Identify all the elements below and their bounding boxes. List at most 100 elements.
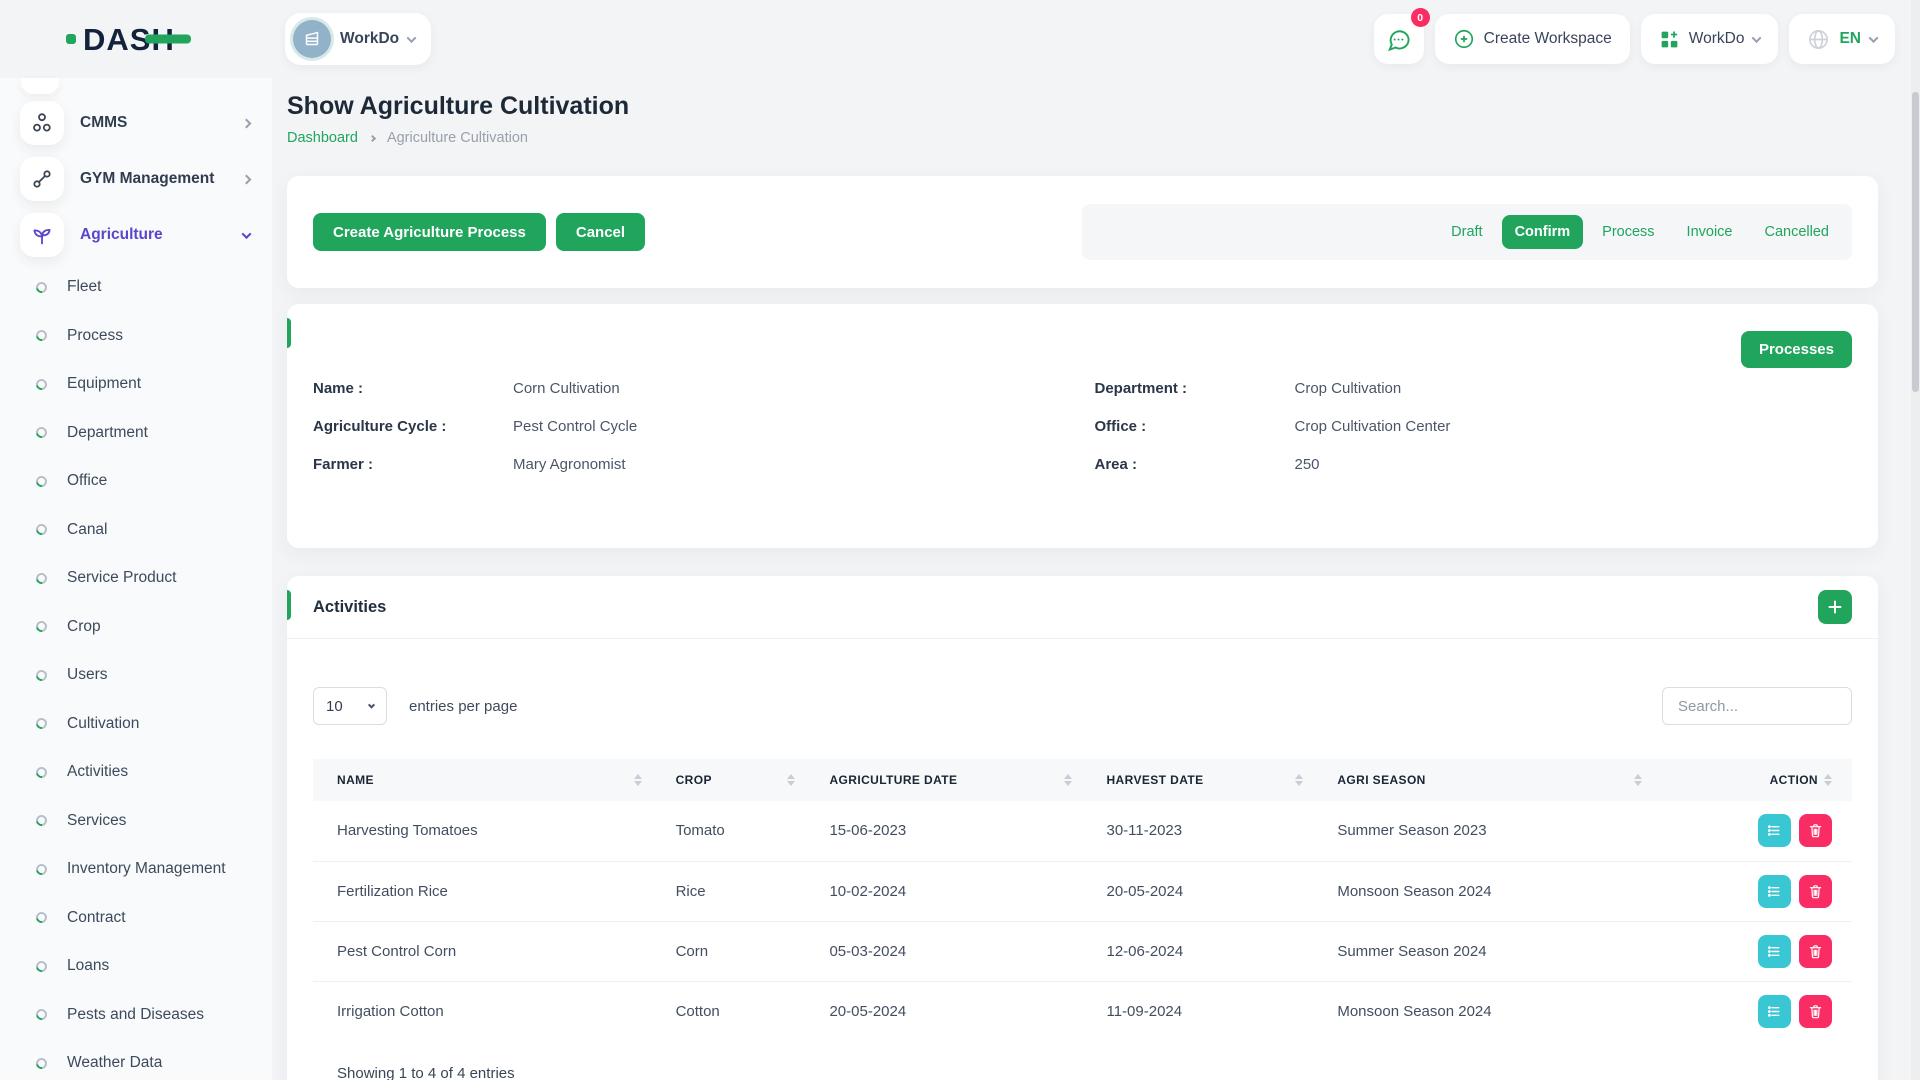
sidebar-item-fleet[interactable]: Fleet xyxy=(0,263,272,312)
logo-dash-icon xyxy=(145,35,191,44)
status-tab-cancelled[interactable]: Cancelled xyxy=(1752,215,1843,249)
sidebar-item-services[interactable]: Services xyxy=(0,797,272,846)
entries-per-page-select[interactable]: 10 xyxy=(313,687,387,725)
chevron-right-icon xyxy=(242,118,252,128)
create-workspace-label: Create Workspace xyxy=(1484,30,1612,48)
sidebar-item-process[interactable]: Process xyxy=(0,312,272,361)
sidebar-submenu: Fleet Process Equipment Department Offic… xyxy=(0,263,272,1080)
messages-button[interactable]: 0 xyxy=(1374,14,1424,64)
bullet-icon xyxy=(34,1007,49,1022)
chevron-down-icon xyxy=(1752,33,1762,43)
sidebar-item-label: Service Product xyxy=(67,569,176,587)
language-code: EN xyxy=(1839,30,1861,48)
delete-button[interactable] xyxy=(1799,875,1832,908)
create-workspace-button[interactable]: Create Workspace xyxy=(1435,14,1630,64)
add-activity-button[interactable] xyxy=(1818,590,1852,624)
detail-label: Name : xyxy=(313,378,513,400)
cell-agri-season: Summer Season 2024 xyxy=(1313,921,1652,981)
table-entries-summary: Showing 1 to 4 of 4 entries xyxy=(287,1041,1878,1080)
sidebar-group-agriculture[interactable]: Agriculture xyxy=(0,207,272,263)
processes-button[interactable]: Processes xyxy=(1741,331,1852,368)
bullet-icon xyxy=(34,474,49,489)
column-header-action[interactable]: ACTION xyxy=(1652,759,1852,801)
sidebar-item-label: Loans xyxy=(67,957,109,975)
view-details-button[interactable] xyxy=(1758,995,1791,1028)
language-selector[interactable]: EN xyxy=(1789,14,1895,64)
sidebar-item-contract[interactable]: Contract xyxy=(0,894,272,943)
cell-crop: Rice xyxy=(652,861,806,921)
sidebar-item-pests-and-diseases[interactable]: Pests and Diseases xyxy=(0,991,272,1040)
status-tab-draft[interactable]: Draft xyxy=(1438,215,1495,249)
sidebar-item-label: Contract xyxy=(67,909,126,927)
column-header-crop[interactable]: CROP xyxy=(652,759,806,801)
nodes-icon xyxy=(20,101,64,145)
seedling-icon xyxy=(20,213,64,257)
sidebar-item-crop[interactable]: Crop xyxy=(0,603,272,652)
scrollbar-thumb[interactable] xyxy=(1912,92,1919,392)
status-tab-process[interactable]: Process xyxy=(1589,215,1667,249)
cell-agriculture-date: 20-05-2024 xyxy=(805,981,1082,1041)
workdo-menu-label: WorkDo xyxy=(1689,30,1745,48)
sidebar-group-label: CMMS xyxy=(80,114,127,132)
bullet-icon xyxy=(34,716,49,731)
breadcrumb: Dashboard Agriculture Cultivation xyxy=(287,130,1878,146)
bullet-icon xyxy=(34,1056,49,1071)
cancel-button[interactable]: Cancel xyxy=(556,213,645,251)
sort-icon xyxy=(787,774,795,786)
cell-agriculture-date: 10-02-2024 xyxy=(805,861,1082,921)
status-tab-confirm[interactable]: Confirm xyxy=(1502,215,1584,249)
search-input[interactable] xyxy=(1662,687,1852,725)
chevron-down-icon xyxy=(1869,33,1879,43)
view-details-button[interactable] xyxy=(1758,935,1791,968)
sidebar-item-hidden-icon xyxy=(21,78,59,94)
trash-icon xyxy=(1807,822,1824,839)
detail-col-left: Name : Corn Cultivation Agriculture Cycl… xyxy=(313,378,1071,492)
chevron-down-icon xyxy=(242,229,252,239)
view-details-button[interactable] xyxy=(1758,875,1791,908)
cell-name: Pest Control Corn xyxy=(313,921,652,981)
bullet-icon xyxy=(34,959,49,974)
sidebar-item-loans[interactable]: Loans xyxy=(0,942,272,991)
delete-button[interactable] xyxy=(1799,814,1832,847)
column-label: HARVEST DATE xyxy=(1106,773,1203,787)
delete-button[interactable] xyxy=(1799,995,1832,1028)
sidebar-item-users[interactable]: Users xyxy=(0,651,272,700)
status-tab-invoice[interactable]: Invoice xyxy=(1674,215,1746,249)
sidebar-group-cmms[interactable]: CMMS xyxy=(0,95,272,151)
create-agriculture-process-button[interactable]: Create Agriculture Process xyxy=(313,213,546,251)
sidebar-item-office[interactable]: Office xyxy=(0,457,272,506)
column-label: NAME xyxy=(337,773,374,787)
column-header-agri-season[interactable]: AGRI SEASON xyxy=(1313,759,1652,801)
logo[interactable]: DASH xyxy=(66,24,285,55)
sidebar-item-activities[interactable]: Activities xyxy=(0,748,272,797)
detail-label: Agriculture Cycle : xyxy=(313,416,513,438)
sidebar-item-equipment[interactable]: Equipment xyxy=(0,360,272,409)
breadcrumb-current: Agriculture Cultivation xyxy=(387,130,528,146)
cell-agri-season: Summer Season 2023 xyxy=(1313,801,1652,861)
sidebar-item-label: Pests and Diseases xyxy=(67,1006,204,1024)
sidebar-item-cultivation[interactable]: Cultivation xyxy=(0,700,272,749)
sort-icon xyxy=(1634,774,1642,786)
workdo-menu-button[interactable]: WorkDo xyxy=(1641,14,1779,64)
sidebar-item-inventory-management[interactable]: Inventory Management xyxy=(0,845,272,894)
sidebar-group-gym-management[interactable]: GYM Management xyxy=(0,151,272,207)
sidebar-item-label: Services xyxy=(67,812,126,830)
sidebar-item-label: Canal xyxy=(67,521,108,539)
workspace-selector[interactable]: WorkDo xyxy=(285,13,431,65)
trash-icon xyxy=(1807,1003,1824,1020)
section-accent-bar xyxy=(287,590,291,620)
sidebar-item-service-product[interactable]: Service Product xyxy=(0,554,272,603)
column-header-agriculture-date[interactable]: AGRICULTURE DATE xyxy=(805,759,1082,801)
cell-harvest-date: 20-05-2024 xyxy=(1082,861,1313,921)
sidebar-item-canal[interactable]: Canal xyxy=(0,506,272,555)
workspace-label: WorkDo xyxy=(340,30,399,48)
sidebar-item-label: Fleet xyxy=(67,278,101,296)
view-details-button[interactable] xyxy=(1758,814,1791,847)
breadcrumb-dashboard-link[interactable]: Dashboard xyxy=(287,130,358,146)
delete-button[interactable] xyxy=(1799,935,1832,968)
column-header-name[interactable]: NAME xyxy=(313,759,652,801)
column-header-harvest-date[interactable]: HARVEST DATE xyxy=(1082,759,1313,801)
sidebar-item-weather-data[interactable]: Weather Data xyxy=(0,1039,272,1080)
column-label: AGRI SEASON xyxy=(1337,773,1425,787)
sidebar-item-department[interactable]: Department xyxy=(0,409,272,458)
